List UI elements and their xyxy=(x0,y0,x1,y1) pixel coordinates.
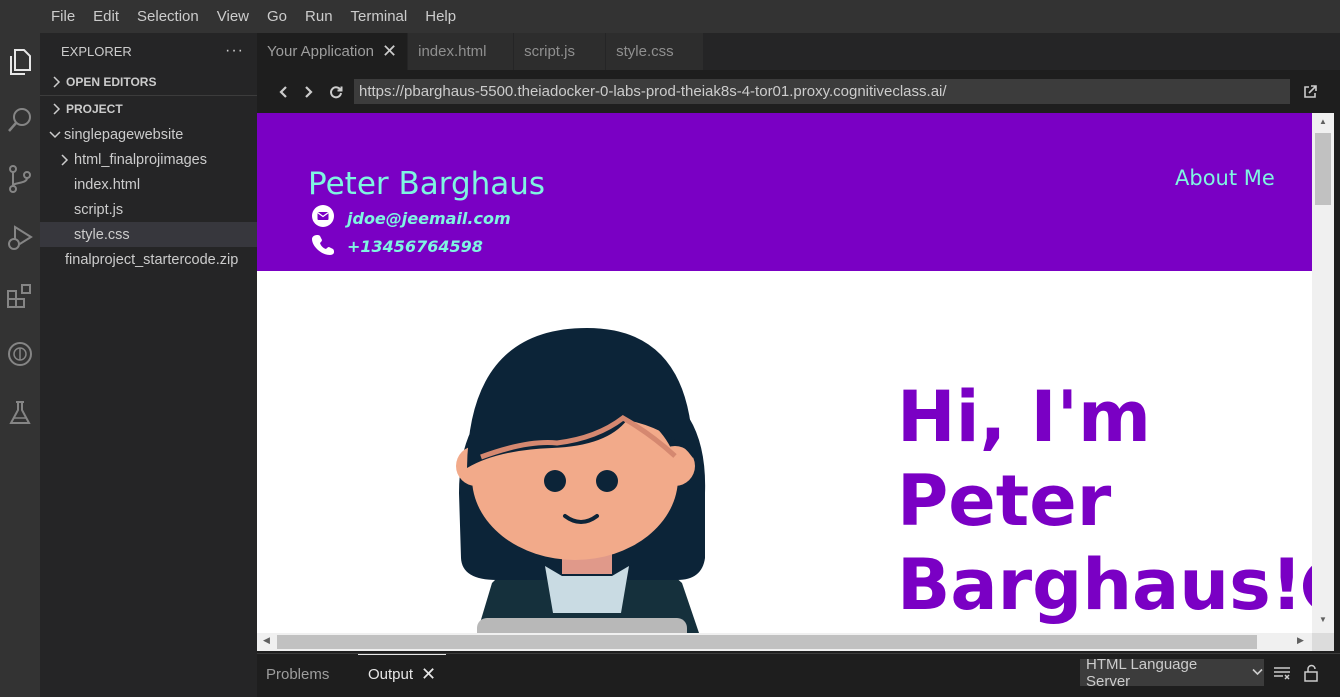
open-editors-section[interactable]: OPEN EDITORS xyxy=(40,69,257,95)
explorer-sidebar: EXPLORER ··· OPEN EDITORS PROJECT single… xyxy=(40,33,257,697)
back-icon[interactable] xyxy=(270,79,296,105)
explorer-header: EXPLORER ··· xyxy=(40,33,257,69)
lock-icon[interactable] xyxy=(1300,662,1322,684)
preview-toolbar xyxy=(257,70,1340,113)
output-channel-value: HTML Language Server xyxy=(1086,655,1198,690)
close-icon[interactable]: ✕ xyxy=(382,41,397,62)
email-row: jdoe@jeemail.com xyxy=(312,204,511,232)
tree-file-zip[interactable]: finalproject_startercode.zip xyxy=(40,247,257,272)
scroll-up-icon[interactable]: ▲ xyxy=(1312,117,1334,126)
close-icon[interactable]: ✕ xyxy=(421,664,436,685)
phone-text[interactable]: +13456764598 xyxy=(347,237,483,256)
tab-index-html[interactable]: index.html xyxy=(408,33,515,70)
explorer-icon[interactable] xyxy=(0,42,40,82)
chevron-right-icon xyxy=(48,103,66,115)
source-control-icon[interactable] xyxy=(0,159,40,199)
menu-go[interactable]: Go xyxy=(258,0,296,33)
chevron-right-icon xyxy=(48,76,66,88)
forward-icon[interactable] xyxy=(296,79,322,105)
tree-file-style-label: style.css xyxy=(74,226,130,243)
tree-folder-root-label: singlepagewebsite xyxy=(64,126,184,143)
output-channel-select[interactable]: HTML Language Server xyxy=(1080,656,1264,690)
tab-your-application[interactable]: Your Application ✕ xyxy=(257,33,409,70)
chevron-right-icon xyxy=(56,153,74,166)
site-name: Peter Barghaus xyxy=(308,166,546,202)
skills-network-icon[interactable] xyxy=(0,334,40,374)
editor-tabs: Your Application ✕ index.html script.js … xyxy=(257,33,1340,70)
run-debug-icon[interactable] xyxy=(0,217,40,257)
tree-file-script[interactable]: script.js xyxy=(40,197,257,222)
chevron-down-icon xyxy=(46,130,64,139)
tree-folder-images[interactable]: html_finalprojimages xyxy=(40,147,257,172)
lab-flask-icon[interactable] xyxy=(0,393,40,433)
vertical-scrollbar[interactable]: ▲ ▼ xyxy=(1312,113,1334,633)
tree-file-index[interactable]: index.html xyxy=(40,172,257,197)
bottom-panel: Problems Output ✕ HTML Language Server xyxy=(257,653,1340,697)
clear-output-icon[interactable] xyxy=(1271,662,1293,684)
tree-file-index-label: index.html xyxy=(74,176,141,193)
tab-script-js[interactable]: script.js xyxy=(514,33,607,70)
tab-output[interactable]: Output ✕ xyxy=(358,654,447,694)
project-label: PROJECT xyxy=(66,102,123,116)
email-icon xyxy=(312,204,334,232)
tree-folder-images-label: html_finalprojimages xyxy=(74,151,207,168)
project-section[interactable]: PROJECT xyxy=(40,96,257,122)
explorer-title: EXPLORER xyxy=(61,43,132,59)
hero-line-2: Peter xyxy=(897,460,1112,542)
phone-row: +13456764598 xyxy=(312,234,483,258)
menu-view[interactable]: View xyxy=(208,0,258,33)
more-actions-icon[interactable]: ··· xyxy=(225,42,244,60)
tab-label: script.js xyxy=(524,43,575,60)
chevron-down-icon xyxy=(1252,667,1263,679)
url-input[interactable] xyxy=(354,79,1290,104)
tree-file-zip-label: finalproject_startercode.zip xyxy=(65,251,239,268)
scroll-corner xyxy=(1312,633,1334,651)
search-icon[interactable] xyxy=(0,100,40,140)
tab-label: style.css xyxy=(616,43,674,60)
preview-frame: Peter Barghaus About Me jdoe@jeemail.com… xyxy=(257,113,1312,633)
site-header: Peter Barghaus About Me jdoe@jeemail.com… xyxy=(257,113,1312,271)
open-external-icon[interactable] xyxy=(1297,79,1323,105)
tree-folder-root[interactable]: singlepagewebsite xyxy=(40,122,257,147)
hero-line-3: Barghaus! xyxy=(897,544,1303,626)
tab-label: index.html xyxy=(418,43,487,60)
tab-label: Your Application xyxy=(267,43,375,60)
hero-line-3-wrap: Barghaus! xyxy=(897,543,1312,627)
vertical-scroll-thumb[interactable] xyxy=(1315,133,1331,205)
menu-help[interactable]: Help xyxy=(416,0,465,33)
menu-bar: File Edit Selection View Go Run Terminal… xyxy=(0,0,1340,33)
horizontal-scroll-thumb[interactable] xyxy=(277,635,1257,649)
avatar-illustration xyxy=(456,328,706,633)
about-me-link[interactable]: About Me xyxy=(1175,166,1275,190)
scroll-right-icon[interactable]: ▶ xyxy=(1297,635,1304,646)
open-editors-label: OPEN EDITORS xyxy=(66,75,157,89)
frame-gutter xyxy=(1334,113,1340,653)
scroll-down-icon[interactable]: ▼ xyxy=(1312,615,1334,624)
hero-dot xyxy=(1302,559,1312,613)
menu-run[interactable]: Run xyxy=(296,0,342,33)
extensions-icon[interactable] xyxy=(0,276,40,316)
menu-selection[interactable]: Selection xyxy=(128,0,208,33)
phone-icon xyxy=(312,233,334,260)
menu-terminal[interactable]: Terminal xyxy=(342,0,417,33)
tab-output-label: Output xyxy=(368,666,414,683)
hero-line-1: Hi, I'm xyxy=(897,376,1151,458)
tree-file-script-label: script.js xyxy=(74,201,124,218)
horizontal-scrollbar[interactable]: ◀ ▶ xyxy=(257,633,1312,651)
activity-bar xyxy=(0,33,40,697)
tree-file-style[interactable]: style.css xyxy=(40,222,257,247)
tab-problems-label: Problems xyxy=(266,665,330,683)
hero-heading: Hi, I'm Peter Barghaus! xyxy=(897,375,1312,627)
tab-style-css[interactable]: style.css xyxy=(606,33,705,70)
menu-edit[interactable]: Edit xyxy=(84,0,128,33)
tab-problems[interactable]: Problems xyxy=(266,654,329,694)
email-text[interactable]: jdoe@jeemail.com xyxy=(347,209,511,228)
menu-file[interactable]: File xyxy=(42,0,84,33)
scroll-left-icon[interactable]: ◀ xyxy=(263,635,270,646)
refresh-icon[interactable] xyxy=(323,79,349,105)
